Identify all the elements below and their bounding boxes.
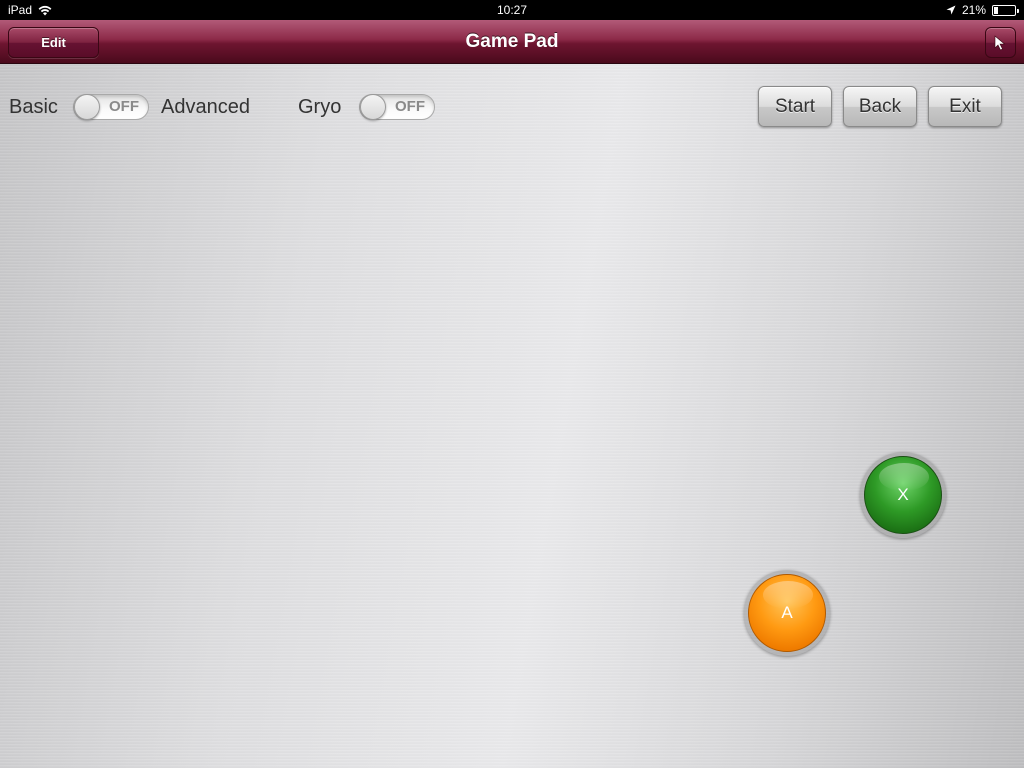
status-right: 21%	[946, 3, 1019, 17]
toggle-knob	[360, 94, 386, 120]
x-button-face: X	[864, 456, 942, 534]
gyro-toggle[interactable]: OFF	[359, 94, 435, 120]
location-icon	[946, 5, 956, 15]
page-title: Game Pad	[465, 31, 559, 52]
back-button[interactable]: Back	[843, 86, 917, 127]
start-button[interactable]: Start	[758, 86, 832, 127]
battery-percent: 21%	[961, 3, 986, 17]
nav-bar: Edit Game Pad	[0, 20, 1024, 64]
pointer-button[interactable]	[985, 27, 1016, 58]
basic-label: Basic	[9, 96, 58, 118]
mode-toggle-state: OFF	[109, 98, 139, 115]
advanced-label: Advanced	[161, 96, 250, 118]
a-button-face: A	[748, 574, 826, 652]
a-button-label: A	[781, 603, 793, 622]
gyro-toggle-state: OFF	[395, 98, 425, 115]
device-name: iPad	[8, 3, 33, 17]
toggle-knob	[74, 94, 100, 120]
status-time: 10:27	[496, 3, 528, 17]
x-button[interactable]: X	[860, 452, 946, 538]
x-button-label: X	[897, 485, 909, 504]
mode-toggle[interactable]: OFF	[73, 94, 149, 120]
gyro-label: Gryo	[298, 96, 342, 118]
a-button[interactable]: A	[744, 570, 830, 656]
battery-fill	[994, 6, 998, 14]
exit-button[interactable]: Exit	[928, 86, 1002, 127]
battery-icon	[992, 4, 1019, 16]
status-left: iPad	[8, 3, 52, 17]
cursor-arrow-icon	[994, 34, 1005, 50]
wifi-icon	[38, 5, 52, 15]
status-bar: iPad 10:27 21%	[0, 0, 1024, 20]
